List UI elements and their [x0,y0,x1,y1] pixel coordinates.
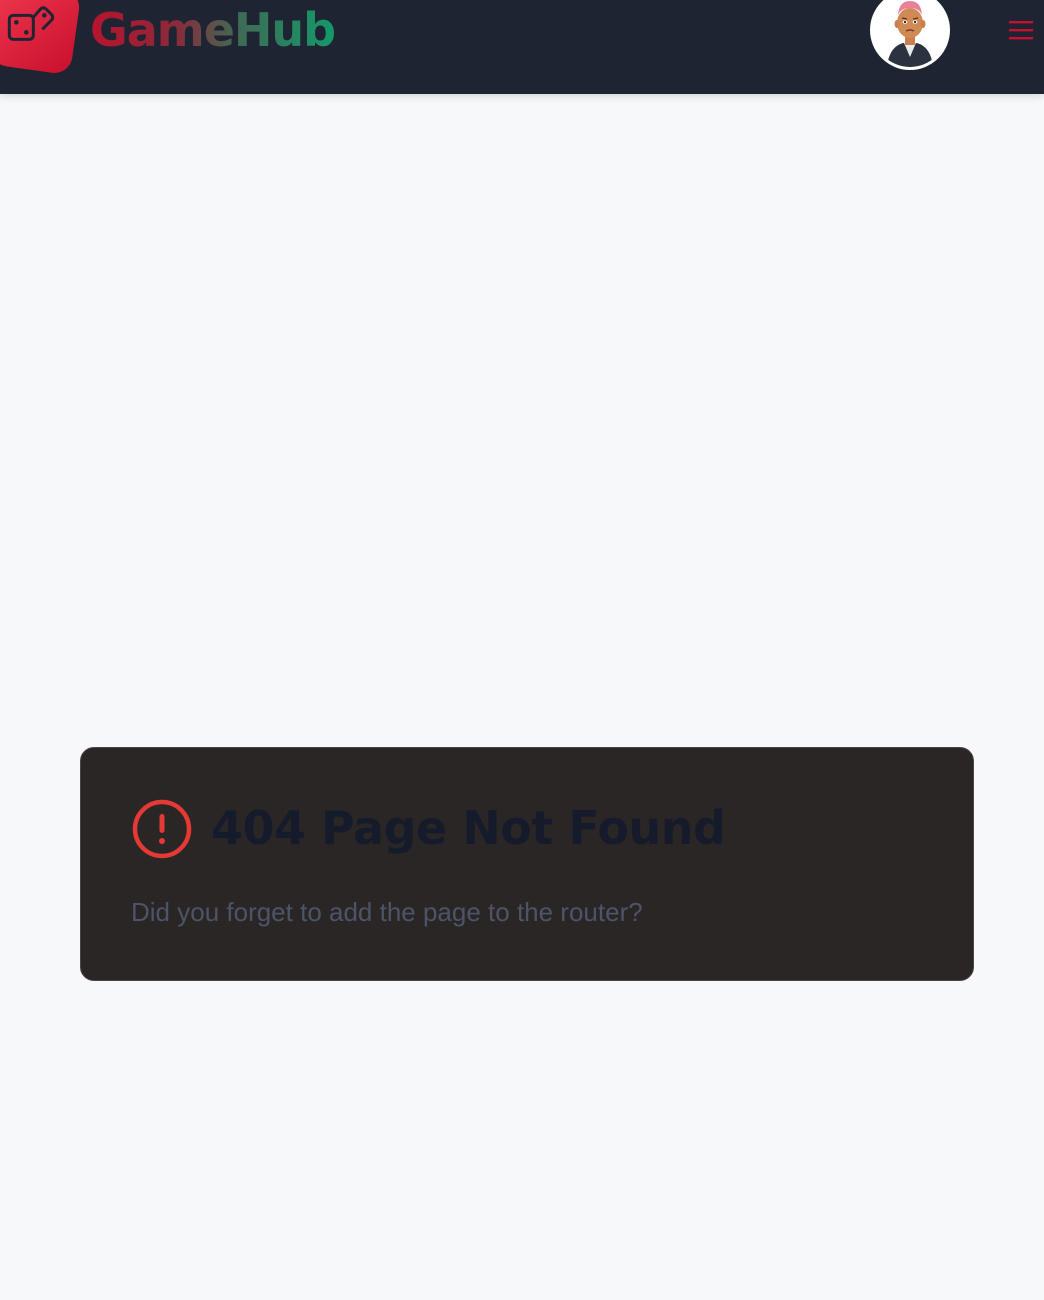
alert-circle-icon [131,798,193,860]
user-avatar[interactable] [870,0,950,70]
hamburger-menu-icon[interactable] [1006,16,1036,46]
error-card: 404 Page Not Found Did you forget to add… [80,747,974,981]
dice-icon [7,6,55,41]
top-navbar: GameHub [0,0,1044,94]
avatar-illustration [873,0,947,67]
brand-name[interactable]: GameHub [90,2,336,58]
error-message: Did you forget to add the page to the ro… [131,897,643,927]
logo-badge[interactable] [0,0,82,76]
error-title: 404 Page Not Found [211,801,726,855]
